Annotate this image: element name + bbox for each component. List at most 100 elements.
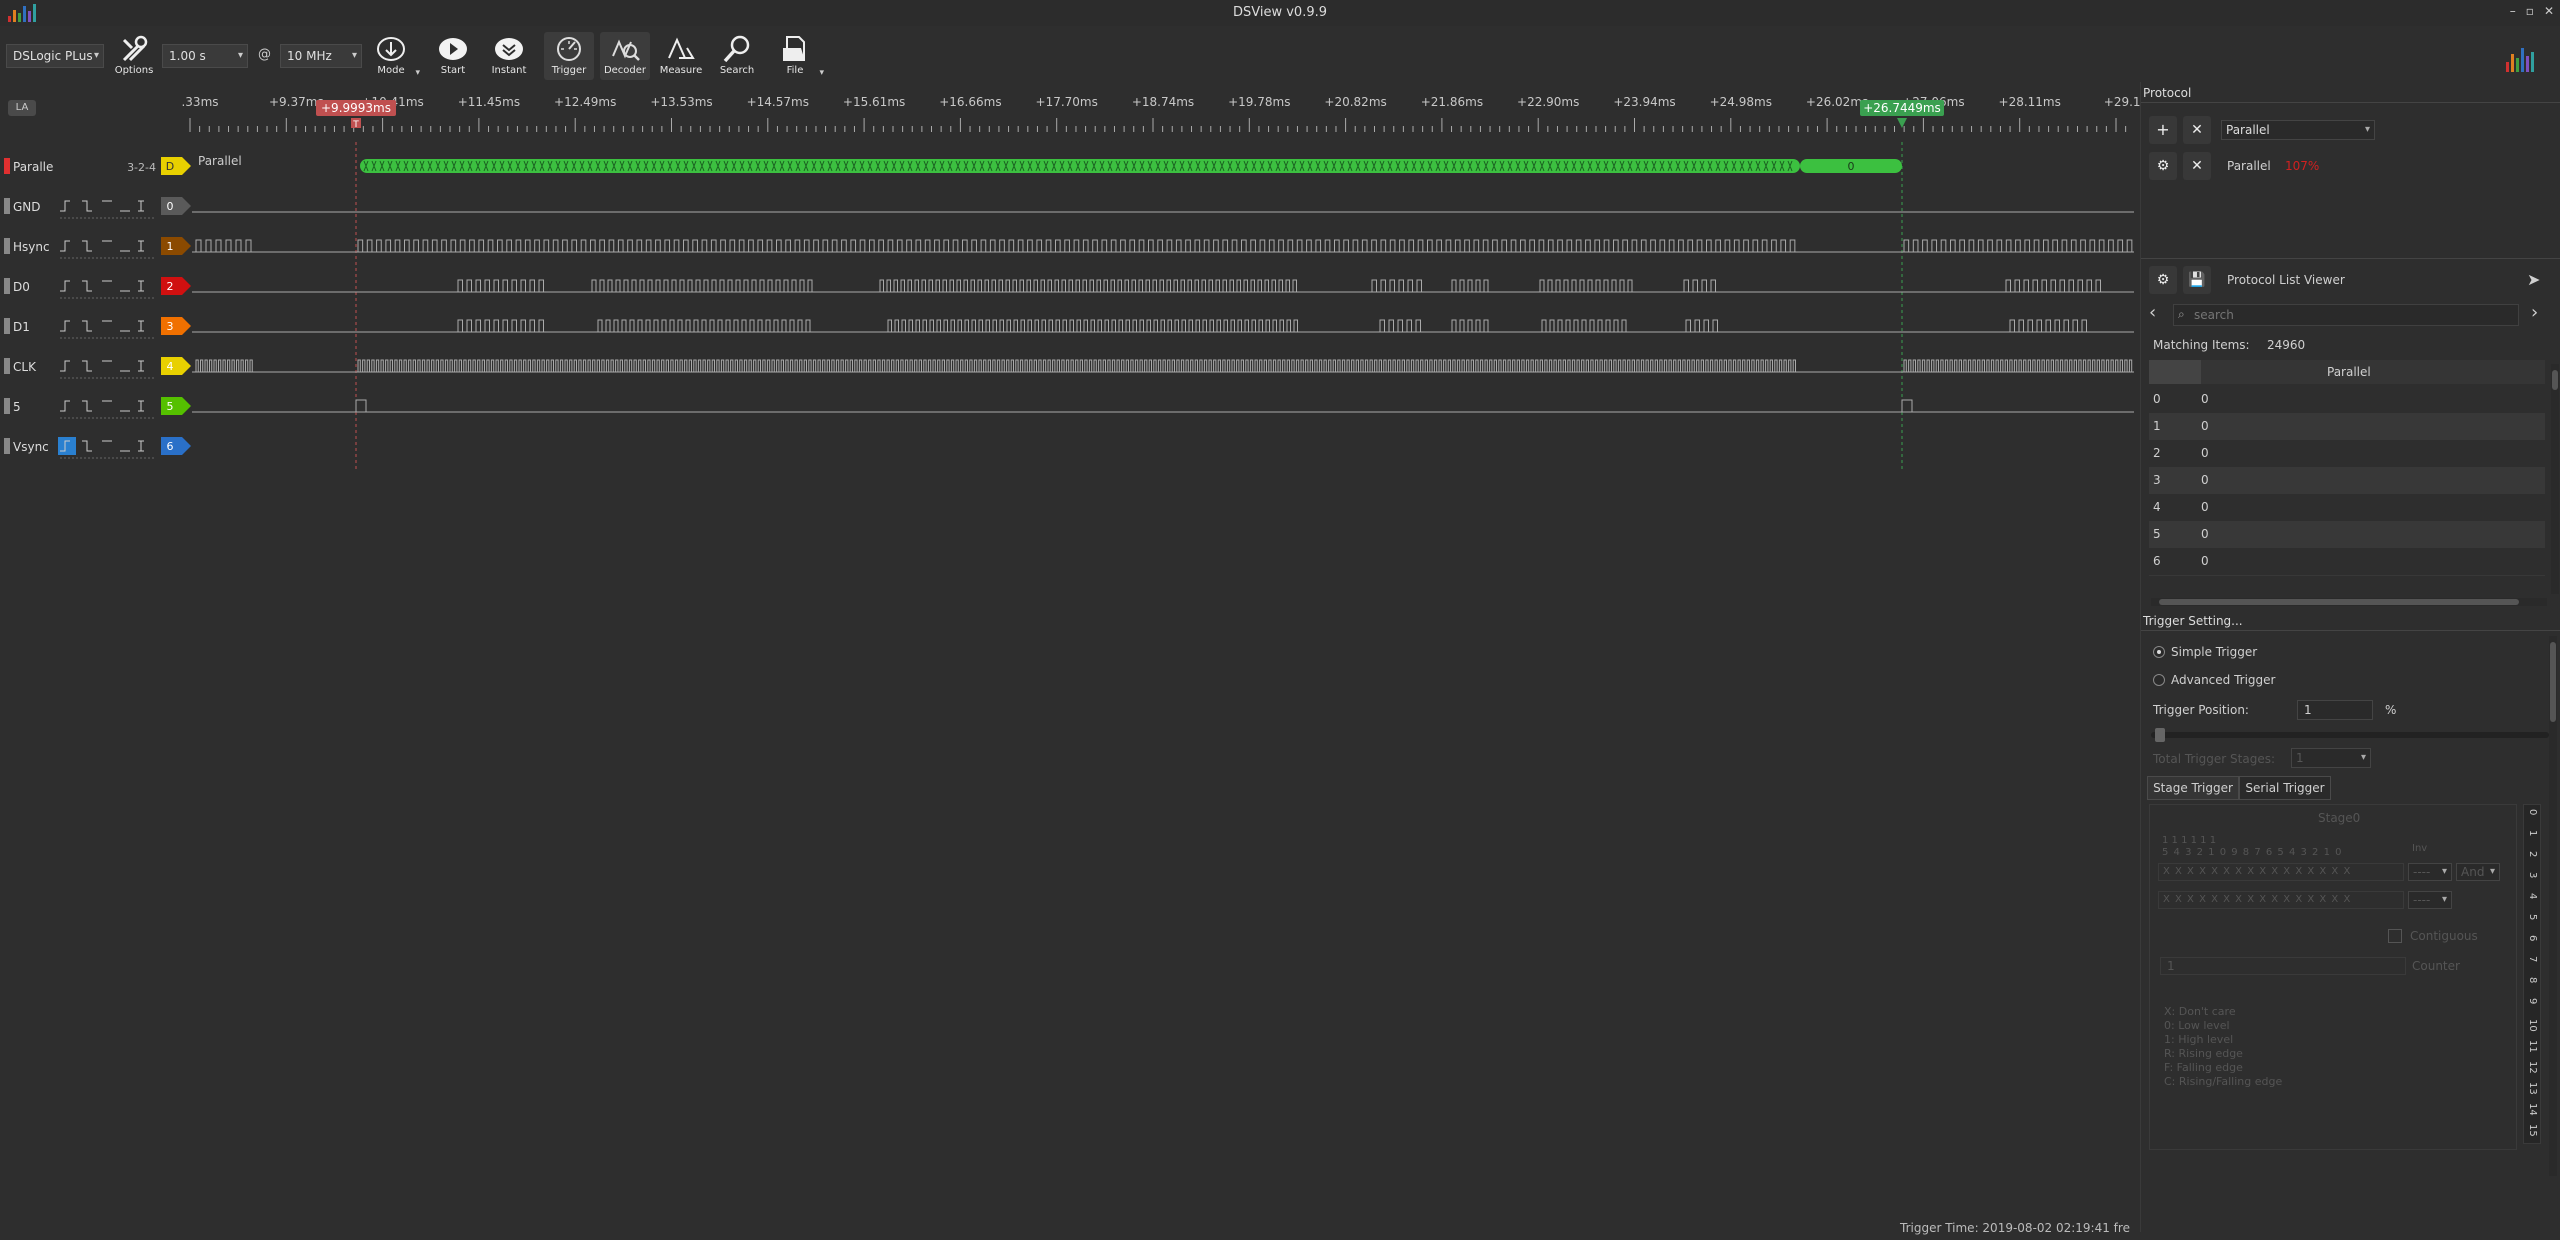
table-row[interactable]: 50 [2149,521,2545,548]
legend-item: F: Falling edge [2164,1061,2243,1074]
measure-button[interactable]: Measure [656,32,706,80]
stage-number[interactable]: 3 [2527,872,2538,878]
instant-button[interactable]: Instant [484,32,534,80]
ruler-tick-label: +9.37ms [269,95,324,109]
table-row[interactable]: 30 [2149,467,2545,494]
signal-name: Paralle [13,160,53,174]
vsync-pulse [355,399,367,412]
legend-item: 1: High level [2164,1033,2234,1046]
start-button[interactable]: Start [428,32,478,80]
vertical-scrollbar[interactable] [2549,636,2557,1176]
horizontal-scrollbar[interactable] [2151,598,2547,606]
file-label: File [786,65,804,76]
slider-handle[interactable] [2154,728,2165,742]
advanced-trigger-radio[interactable] [2153,674,2165,686]
file-button[interactable]: File ▾ [770,32,824,80]
stage-number[interactable]: 5 [2527,914,2538,920]
search-input[interactable] [2194,306,2514,324]
data-pulses [457,279,544,292]
tab-serial-trigger[interactable]: Serial Trigger [2239,776,2331,800]
navigate-icon[interactable]: ➤ [2527,270,2540,289]
remove-decoder-button[interactable]: ✕ [2183,116,2211,144]
trigger-pattern-2[interactable]: X X X X X X X X X X X X X X X X [2158,891,2404,909]
row-index: 2 [2153,446,2161,460]
contiguous-checkbox[interactable] [2388,929,2402,943]
stage-number[interactable]: 13 [2527,1082,2538,1095]
decoder-button[interactable]: Decoder [600,32,650,80]
table-row[interactable]: 20 [2149,440,2545,467]
total-stages-select[interactable]: 1 [2291,748,2371,768]
duration-select[interactable]: 1.00 s [162,44,248,68]
counter-input[interactable]: 1 [2160,957,2406,975]
contiguous-label: Contiguous [2410,929,2478,943]
trigger-position-input[interactable]: 1 [2297,700,2373,720]
signal-row: Hsync 1 [4,237,2134,259]
add-decoder-button[interactable]: + [2149,116,2177,144]
stage-number[interactable]: 9 [2527,998,2538,1004]
stage-number[interactable]: 2 [2527,851,2538,857]
table-row[interactable]: 00 [2149,386,2545,413]
table-row[interactable]: 40 [2149,494,2545,521]
row-value: 0 [2201,527,2209,541]
condition-select-2[interactable]: ---- [2408,891,2452,909]
stage-number[interactable]: 11 [2527,1040,2538,1053]
stage-number[interactable]: 14 [2527,1103,2538,1116]
stage-number[interactable]: 7 [2527,956,2538,962]
stage-list[interactable]: 0 1 2 3 4 5 6 7 8 9 10 11 12 13 14 15 [2523,804,2541,1144]
time-ruler[interactable]: LA .33ms+9.37ms+10.41ms+11.45ms+12.49ms+… [0,82,2148,142]
signal-color-tag [4,358,10,374]
table-row[interactable]: 10 [2149,413,2545,440]
close-icon[interactable]: ✕ [2544,4,2554,18]
options-label: Options [114,65,154,76]
dsview-window: DSView v0.9.9 – ▫ ✕ DSLogic PLus Options… [0,0,2560,1240]
rising-edge-icon [60,280,70,292]
scrollbar-thumb[interactable] [2159,599,2519,605]
trigger-options [60,240,156,259]
condition-select-1[interactable]: ---- [2408,863,2452,881]
data-pulses [457,319,544,332]
previous-arrow-icon[interactable]: ‹ [2149,302,2156,323]
stage-number[interactable]: 1 [2527,830,2538,836]
scrollbar-thumb[interactable] [2550,642,2556,722]
data-pulses [597,319,811,332]
table-row[interactable]: 70 [2149,575,2545,576]
mode-button[interactable]: Mode ▾ [366,32,420,80]
channel-badge-label: 0 [167,200,174,213]
vertical-scrollbar[interactable] [2551,364,2559,594]
search-button[interactable]: Search [712,32,762,80]
trigger-position-slider[interactable] [2151,728,2549,742]
stage-number[interactable]: 6 [2527,935,2538,941]
protocol-select[interactable]: Parallel [2221,120,2375,140]
restore-icon[interactable]: ▫ [2526,4,2534,18]
stage-number[interactable]: 0 [2527,809,2538,815]
row-index: 4 [2153,500,2161,514]
trigger-pattern-1[interactable]: X X X X X X X X X X X X X X X X [2158,863,2404,881]
ruler-tick-label: +21.86ms [1421,95,1483,109]
samplerate-select[interactable]: 10 MHz [280,44,362,68]
plus-icon: + [2156,120,2170,139]
logic-select[interactable]: And [2456,863,2500,881]
stage-number[interactable]: 15 [2527,1124,2538,1137]
stage-number[interactable]: 4 [2527,893,2538,899]
signal-name: CLK [13,360,37,374]
next-arrow-icon[interactable]: › [2531,302,2538,323]
trigger-button[interactable]: Trigger [544,32,594,80]
data-pulses [1685,319,1718,332]
stage-number[interactable]: 10 [2527,1019,2538,1032]
simple-trigger-radio[interactable] [2153,646,2165,658]
delete-decoder-button[interactable]: ✕ [2183,152,2211,180]
list-settings-button[interactable]: ⚙ [2149,266,2177,294]
waveform-area[interactable]: Paralle 3-2-4 D Parallel 0 GND 0 Hsync 1 D0 2 D1 3 CL… [0,142,2140,472]
scrollbar-thumb[interactable] [2552,370,2558,390]
tab-stage-trigger[interactable]: Stage Trigger [2147,776,2239,800]
stage-number[interactable]: 12 [2527,1061,2538,1074]
device-select[interactable]: DSLogic PLus [6,44,104,68]
legend-item: C: Rising/Falling edge [2164,1075,2283,1088]
stage-number[interactable]: 8 [2527,977,2538,983]
save-list-button[interactable]: 💾 [2183,266,2211,294]
at-sign: @ [258,47,271,62]
options-button[interactable]: Options [109,32,159,80]
table-row[interactable]: 60 [2149,548,2545,575]
minimize-icon[interactable]: – [2510,4,2516,18]
decoder-settings-button[interactable]: ⚙ [2149,152,2177,180]
